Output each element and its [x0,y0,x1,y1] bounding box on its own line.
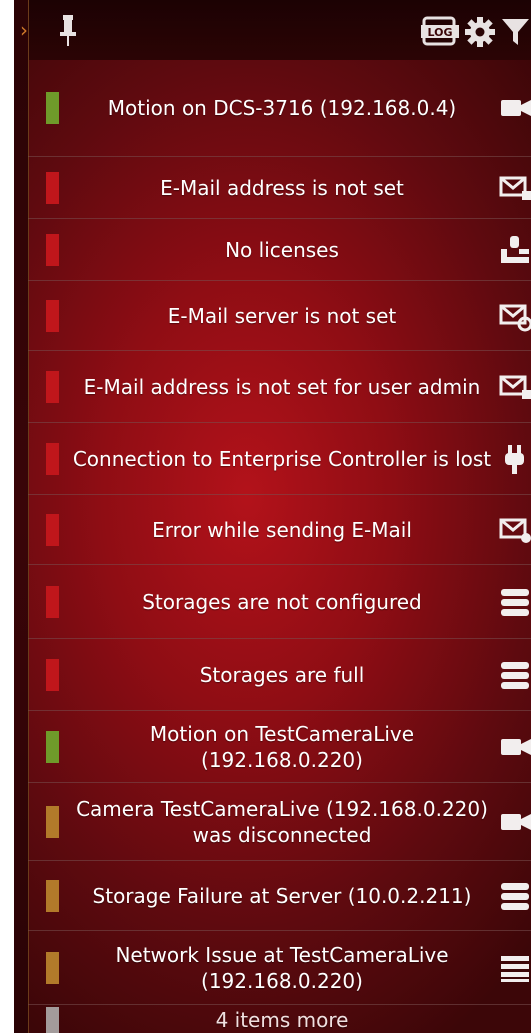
notification-item[interactable]: Storages are not configured [28,564,531,639]
notification-item[interactable]: Storages are full [28,638,531,711]
notification-text: Motion on DCS-3716 (192.168.0.4) [107,96,457,120]
mail-icon [498,171,531,205]
severity-marker [46,806,59,838]
severity-marker [46,371,59,403]
notification-item[interactable]: Network Issue at TestCameraLive (192.168… [28,930,531,1005]
notification-text: E-Mail server is not set [167,304,397,328]
severity-marker [46,172,59,204]
notification-item[interactable]: Camera TestCameraLive (192.168.0.220) wa… [28,782,531,861]
severity-marker [46,586,59,618]
camera-icon [498,730,531,764]
notification-text: Camera TestCameraLive (192.168.0.220) wa… [76,797,488,847]
more-items-label: 4 items more [215,1007,349,1032]
filter-icon[interactable] [500,16,531,48]
more-items-button[interactable]: 4 items more [28,1004,531,1034]
gear-icon[interactable] [464,16,496,48]
svg-text:LOG: LOG [428,26,453,39]
storage-icon [498,879,531,913]
mail-settings-icon [498,299,531,333]
pin-icon[interactable] [58,14,78,48]
storage-icon [498,585,531,619]
severity-marker [46,880,59,912]
collapse-toggle[interactable]: › [17,20,31,40]
network-icon [498,951,531,985]
severity-marker [46,92,59,124]
license-icon [498,233,531,267]
notification-text: Connection to Enterprise Controller is l… [72,447,492,471]
notification-list: Motion on DCS-3716 (192.168.0.4) E-Mail a… [28,60,531,1033]
severity-marker [46,300,59,332]
notification-text: Motion on TestCameraLive (192.168.0.220) [149,722,415,772]
camera-icon [498,91,531,125]
plug-icon [498,442,531,476]
notification-text: E-Mail address is not set for user admin [83,375,481,399]
severity-marker [46,952,59,984]
notification-text: Network Issue at TestCameraLive (192.168… [115,943,449,993]
mail-icon [498,370,531,404]
notification-item[interactable]: Connection to Enterprise Controller is l… [28,422,531,495]
notification-text: Error while sending E-Mail [152,518,412,542]
notification-item[interactable]: Storage Failure at Server (10.0.2.211) [28,860,531,931]
mail-error-icon [498,513,531,547]
notification-item[interactable]: No licenses [28,218,531,281]
notification-text: Storage Failure at Server (10.0.2.211) [92,884,472,908]
notification-item[interactable]: Motion on DCS-3716 (192.168.0.4) [28,60,531,156]
notification-item[interactable]: E-Mail address is not set [28,156,531,219]
log-icon[interactable]: LOG [421,16,459,46]
notification-text: Storages are full [199,663,365,687]
notification-text: No licenses [225,238,339,262]
notification-item[interactable]: Error while sending E-Mail [28,494,531,565]
notification-text: E-Mail address is not set [160,176,404,200]
severity-marker [46,443,59,475]
severity-marker [46,731,59,763]
severity-marker [46,659,59,691]
camera-icon [498,805,531,839]
severity-marker [46,234,59,266]
storage-icon [498,658,531,692]
severity-marker [46,514,59,546]
severity-marker [46,1007,59,1033]
notification-item[interactable]: E-Mail server is not set [28,280,531,351]
notification-item[interactable]: E-Mail address is not set for user admin [28,350,531,423]
notification-item[interactable]: Motion on TestCameraLive (192.168.0.220) [28,710,531,783]
panel-edge [14,0,29,1033]
notification-text: Storages are not configured [142,590,422,614]
